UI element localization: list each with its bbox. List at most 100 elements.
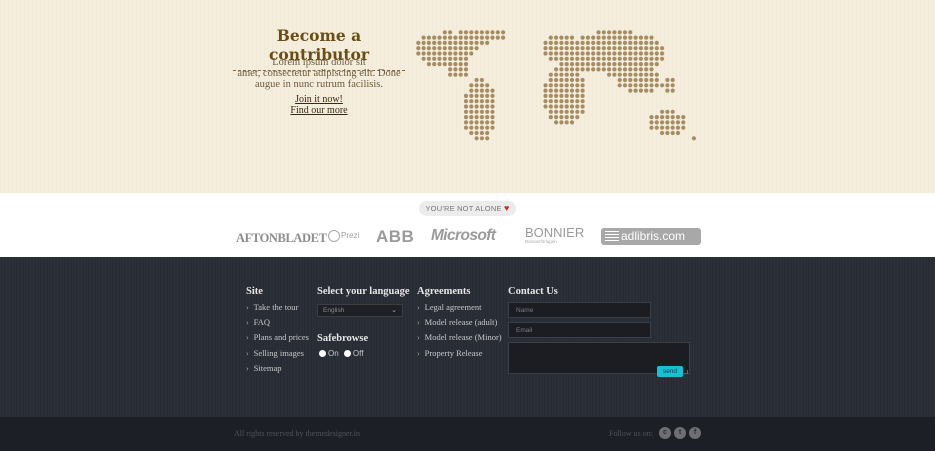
map-dot (569, 104, 575, 109)
map-dot (559, 104, 564, 109)
site-link-label: Take the tour (253, 302, 299, 312)
map-dot (633, 51, 638, 56)
map-dot (649, 72, 654, 77)
map-dot (633, 72, 638, 77)
map-dot (564, 120, 569, 125)
map-dot (575, 99, 580, 104)
not-alone-text: YOU'RE NOT ALONE (425, 204, 502, 213)
language-select[interactable]: English ⌄ (317, 304, 403, 317)
map-dot (633, 83, 638, 88)
name-input[interactable]: Name (508, 302, 651, 318)
email-input[interactable]: Email (508, 322, 651, 338)
map-dot (474, 120, 479, 125)
map-dot (469, 109, 474, 114)
map-dot (569, 77, 575, 83)
twitter-icon[interactable]: t (674, 427, 686, 439)
map-dot (485, 35, 490, 40)
site-link-label: FAQ (253, 317, 271, 328)
map-dot (421, 46, 426, 51)
facebook-icon[interactable]: f (689, 427, 701, 439)
chevron-right-icon: › (417, 333, 420, 343)
map-dot (670, 125, 675, 130)
map-dot (559, 72, 564, 77)
map-dot (617, 46, 622, 51)
map-dot (607, 51, 612, 56)
map-dot (633, 77, 638, 83)
map-dot (633, 40, 638, 45)
map-dot (463, 125, 469, 130)
map-dot (548, 56, 553, 61)
map-dot (564, 77, 569, 83)
agreement-link-0[interactable]: › Legal agreement (417, 300, 502, 315)
agreement-link-1[interactable]: › Model release (adult) (417, 315, 502, 330)
map-dot (463, 40, 469, 45)
map-dot (442, 30, 447, 35)
map-dot (644, 51, 649, 56)
resize-grip-icon[interactable] (684, 370, 688, 374)
map-dot (654, 125, 659, 130)
language-column-title: Select your language (317, 286, 410, 297)
map-dot (580, 46, 585, 51)
map-dot (463, 109, 469, 114)
map-dot (479, 109, 484, 114)
map-dot (485, 130, 490, 136)
map-dot (564, 93, 569, 98)
send-button[interactable]: send (657, 366, 683, 377)
map-dot (564, 51, 569, 56)
map-dot (591, 40, 596, 45)
map-dot (458, 40, 463, 45)
agreement-link-3[interactable]: › Property Release (417, 346, 502, 361)
map-dot (575, 83, 580, 88)
agreement-link-2[interactable]: › Model release (Minor) (417, 330, 502, 345)
safebrowse-off-radio[interactable] (343, 350, 351, 357)
map-dot (660, 130, 665, 136)
map-dot (575, 88, 580, 93)
map-dot (649, 67, 654, 72)
map-dot (569, 115, 575, 120)
map-dot (474, 46, 479, 51)
map-dot (559, 120, 564, 125)
map-dot (485, 120, 490, 125)
site-link-1[interactable]: › FAQ (246, 315, 309, 330)
map-dot (458, 46, 463, 51)
map-dot (617, 72, 622, 77)
bonnier-logo: BONNIER Bonnierförlagen (525, 226, 584, 244)
map-dot (649, 56, 654, 61)
map-dot (548, 104, 553, 109)
map-dot (628, 88, 633, 93)
map-dot (633, 56, 638, 61)
safebrowse-on-radio[interactable] (319, 350, 326, 357)
map-dot (469, 99, 474, 104)
map-dot (649, 125, 654, 130)
map-dot (580, 56, 585, 61)
map-dot (665, 130, 670, 136)
map-dot (670, 88, 675, 93)
map-dot (580, 99, 585, 104)
find-out-more-link[interactable]: Find our more (233, 105, 405, 117)
map-dot (559, 99, 564, 104)
map-dot (458, 35, 463, 40)
social-c-icon[interactable]: c (659, 427, 671, 439)
site-link-4[interactable]: › Sitemap (246, 361, 309, 376)
map-dot (448, 62, 453, 67)
map-dot (628, 72, 633, 77)
map-dot (691, 136, 696, 141)
map-dot (569, 46, 575, 51)
map-dot (617, 67, 622, 72)
map-dot (628, 46, 633, 51)
site-link-2[interactable]: › Plans and prices (246, 330, 309, 345)
map-dot (548, 72, 553, 77)
prezi-circle-icon (328, 230, 340, 242)
map-dot (416, 40, 421, 45)
site-link-3[interactable]: › Selling images (246, 346, 309, 361)
map-dot (448, 46, 453, 51)
map-dot (580, 93, 585, 98)
join-now-link[interactable]: Join it now! (233, 94, 405, 106)
site-link-0[interactable]: › Take the tour (246, 300, 309, 315)
map-dot (554, 115, 559, 120)
safebrowse-title: Safebrowse (317, 333, 369, 344)
map-dot (559, 67, 564, 72)
map-dot (554, 88, 559, 93)
map-dot (569, 93, 575, 98)
map-dot (559, 93, 564, 98)
